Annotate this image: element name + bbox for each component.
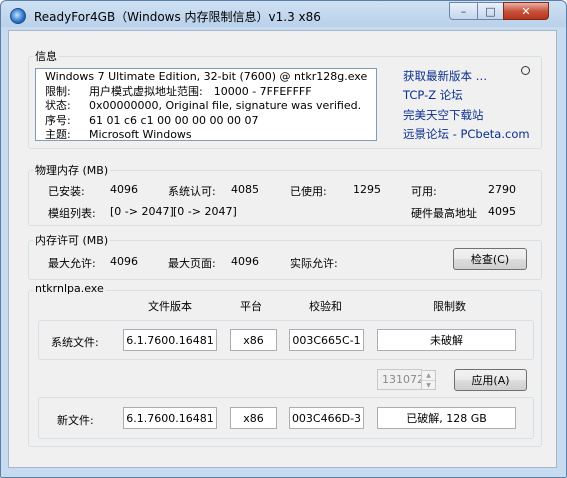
info-serial-value: 61 01 c6 c1 00 00 00 00 00 07: [89, 113, 259, 127]
header-limit: 限制数: [433, 300, 466, 313]
max-page-value: 4096: [231, 255, 259, 268]
info-row-limit: 限制: 用户模式虚拟地址范围: 10000 - 7FFEFFFF: [45, 85, 376, 100]
used-value: 1295: [353, 183, 381, 196]
new-file-label: 新文件:: [57, 414, 94, 427]
max-commit-label: 最大允许:: [48, 257, 96, 270]
app-globe-icon: [10, 8, 26, 24]
modules-value-1: [0 -> 2047]: [110, 205, 174, 218]
check-button[interactable]: 检查(C): [453, 248, 527, 270]
hw-max-label: 硬件最高地址: [411, 207, 477, 220]
kernel-file-title: ntkrnlpa.exe: [33, 282, 106, 295]
info-row-serial: 序号: 61 01 c6 c1 00 00 00 00 00 07: [45, 114, 376, 129]
available-value: 2790: [488, 183, 516, 196]
header-platform: 平台: [240, 300, 262, 313]
info-os-value: Windows 7 Ultimate Edition, 32-bit (7600…: [45, 70, 368, 83]
info-serial-key: 序号:: [45, 113, 71, 127]
physical-memory-title: 物理内存 (MB): [33, 162, 111, 178]
new-file-limit-field[interactable]: 已破解, 128 GB: [377, 407, 516, 429]
limit-spin-input[interactable]: 131072: [377, 369, 424, 390]
system-file-label: 系统文件:: [51, 336, 99, 349]
used-label: 已使用:: [290, 185, 327, 198]
link-tcpz-forum[interactable]: TCP-Z 论坛: [403, 87, 463, 103]
system-file-platform-field[interactable]: x86: [230, 329, 277, 351]
header-checksum: 校验和: [309, 300, 342, 313]
max-page-label: 最大页面:: [168, 257, 216, 270]
title-bar[interactable]: ReadyFor4GB（Windows 内存限制信息）v1.3 x86 – □ …: [1, 1, 566, 31]
radio-option[interactable]: [521, 66, 530, 75]
system-recognized-value: 4085: [231, 183, 259, 196]
link-download-site[interactable]: 完美天空下载站: [403, 107, 484, 123]
info-group-title: 信息: [33, 48, 59, 64]
info-limit-value: 用户模式虚拟地址范围: 10000 - 7FFEFFFF: [89, 84, 312, 98]
info-row-os: Windows 7 Ultimate Edition, 32-bit (7600…: [45, 70, 376, 85]
info-row-status: 状态: 0x00000000, Original file, signature …: [45, 99, 376, 114]
installed-value: 4096: [110, 183, 138, 196]
system-file-version-field[interactable]: 6.1.7600.16481: [123, 329, 217, 351]
modules-label: 模组列表:: [48, 207, 96, 220]
available-label: 可用:: [411, 185, 437, 198]
new-file-version-field[interactable]: 6.1.7600.16481: [123, 407, 217, 429]
modules-value-2: [0 -> 2047]: [173, 205, 237, 218]
info-limit-key: 限制:: [45, 84, 71, 98]
memory-commit-title: 内存许可 (MB): [33, 232, 111, 248]
info-status-key: 状态:: [45, 99, 71, 112]
hw-max-value: 4095: [488, 205, 516, 218]
new-file-platform-field[interactable]: x86: [230, 407, 277, 429]
spin-up-icon[interactable]: ▲: [422, 371, 435, 380]
apply-button[interactable]: 应用(A): [454, 369, 527, 391]
link-latest-version[interactable]: 获取最新版本 …: [403, 68, 487, 84]
info-subject-value: Microsoft Windows: [89, 128, 192, 141]
system-file-limit-field[interactable]: 未破解: [377, 329, 516, 351]
window-title: ReadyFor4GB（Windows 内存限制信息）v1.3 x86: [34, 10, 321, 24]
info-subject-key: 主题:: [45, 128, 71, 141]
spin-down-icon[interactable]: ▼: [422, 380, 435, 390]
new-file-checksum-field[interactable]: 003C466D-3: [289, 407, 364, 429]
limit-spin-buttons[interactable]: ▲ ▼: [421, 370, 436, 390]
system-file-checksum-field[interactable]: 003C665C-1: [289, 329, 364, 351]
actual-commit-label: 实际允许:: [290, 257, 338, 270]
installed-label: 已安装:: [48, 185, 85, 198]
system-recognized-label: 系统认可:: [168, 185, 216, 198]
info-row-subject: 主题: Microsoft Windows: [45, 128, 376, 141]
close-button[interactable]: ✕: [503, 2, 549, 20]
link-pcbeta-forum[interactable]: 远景论坛 - PCbeta.com: [403, 126, 530, 142]
maximize-button[interactable]: □: [477, 2, 504, 20]
info-status-value: 0x00000000, Original file, signature was…: [89, 99, 362, 112]
max-commit-value: 4096: [110, 255, 138, 268]
info-text-box[interactable]: Windows 7 Ultimate Edition, 32-bit (7600…: [35, 68, 377, 141]
minimize-button[interactable]: –: [449, 2, 478, 20]
header-file-version: 文件版本: [148, 300, 192, 313]
